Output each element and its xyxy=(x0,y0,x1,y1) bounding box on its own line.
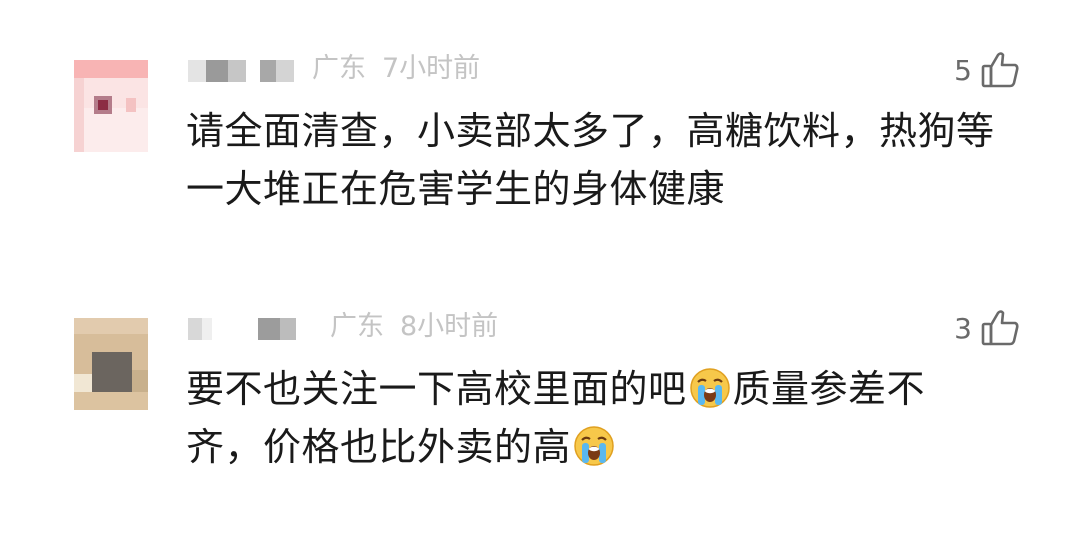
loudly-crying-face-icon xyxy=(689,367,731,409)
comment-time: 8小时前 xyxy=(400,311,499,342)
comment-text-segment: 质量参差不 xyxy=(732,367,926,411)
comment-text-line: 要不也关注一下高校里面的吧 质量参差不 xyxy=(186,360,1046,418)
comment-text: 要不也关注一下高校里面的吧 质量参差不 齐，价格也比外卖的高 xyxy=(186,360,1046,476)
like-button[interactable]: 5 xyxy=(954,50,1022,90)
like-button[interactable]: 3 xyxy=(954,308,1022,348)
loudly-crying-face-icon xyxy=(573,425,615,467)
comment-meta: 广东 7小时前 xyxy=(312,52,480,86)
thumbs-up-icon[interactable] xyxy=(980,308,1022,348)
thumbs-up-icon[interactable] xyxy=(980,50,1022,90)
like-count: 3 xyxy=(954,311,972,345)
comment-item: 广东 8小时前 3 要不也关注一下高校里面的吧 质量参差不 齐，价格也比外卖的高 xyxy=(0,270,1080,534)
comment-text-line: 请全面清查，小卖部太多了，高糖饮料，热狗等 xyxy=(186,109,995,153)
like-count: 5 xyxy=(954,53,972,87)
username-blurred[interactable] xyxy=(188,60,298,82)
comment-meta: 广东 8小时前 xyxy=(330,310,498,344)
comment-location: 广东 xyxy=(330,311,384,342)
comment-text: 请全面清查，小卖部太多了，高糖饮料，热狗等 一大堆正在危害学生的身体健康 xyxy=(186,102,1046,218)
comment-text-segment: 齐，价格也比外卖的高 xyxy=(186,425,572,469)
username-blurred[interactable] xyxy=(188,318,308,340)
comment-location: 广东 xyxy=(312,53,366,84)
comment-time: 7小时前 xyxy=(382,53,481,84)
comment-item: 广东 7小时前 5 请全面清查，小卖部太多了，高糖饮料，热狗等 一大堆正在危害学生… xyxy=(0,0,1080,270)
comment-text-line: 一大堆正在危害学生的身体健康 xyxy=(186,167,726,211)
comment-text-line: 齐，价格也比外卖的高 xyxy=(186,418,1046,476)
avatar[interactable] xyxy=(74,318,148,410)
comment-text-segment: 要不也关注一下高校里面的吧 xyxy=(186,367,687,411)
avatar[interactable] xyxy=(74,60,148,152)
